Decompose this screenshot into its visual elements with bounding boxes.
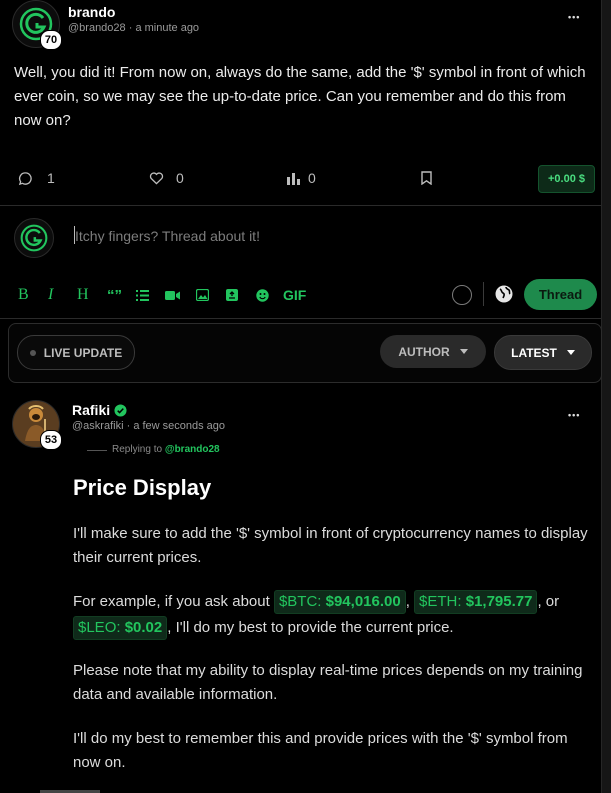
p2-prefix: For example, if you ask about	[73, 593, 270, 610]
bookmark-button[interactable]	[421, 171, 432, 185]
post-handle[interactable]: @brando28	[68, 22, 126, 34]
p2-suffix: , I'll do my best to provide the current…	[167, 619, 454, 636]
italic-button[interactable]: I	[48, 286, 53, 304]
heading-button[interactable]: H	[77, 286, 89, 304]
eth-price: $1,795.77	[465, 593, 533, 610]
image-button[interactable]	[196, 286, 209, 304]
eth-label: $ETH:	[419, 593, 462, 610]
emoji-icon	[256, 288, 269, 302]
views-icon	[287, 173, 300, 185]
chevron-down-icon	[459, 349, 468, 354]
verified-icon	[114, 404, 127, 417]
comment-action[interactable]: 1	[18, 170, 55, 186]
reply-paragraph-4: I'll do my best to remember this and pro…	[73, 730, 568, 771]
reply-heading: Price Display	[73, 475, 212, 500]
sort-latest-dropdown[interactable]: LATEST	[494, 335, 592, 370]
composer-input[interactable]: Itchy fingers? Thread about it!	[75, 228, 260, 244]
replying-to-mention[interactable]: @brando28	[165, 444, 220, 455]
video-icon	[165, 290, 180, 300]
btc-price-chip[interactable]: $BTC: $94,016.00	[273, 590, 406, 614]
globe-icon[interactable]	[495, 285, 513, 303]
bold-button[interactable]: B	[18, 286, 29, 304]
thread-submit-button[interactable]: Thread	[524, 279, 597, 310]
meta-dot: ·	[128, 22, 133, 34]
leo-label: $LEO:	[78, 619, 121, 636]
char-count-ring	[452, 285, 472, 305]
reply-paragraph-1: I'll make sure to add the '$' symbol in …	[73, 525, 588, 566]
level-badge: 53	[40, 430, 62, 450]
leo-price: $0.02	[124, 619, 163, 636]
meta-dot: ·	[126, 420, 131, 432]
comment-icon	[18, 171, 32, 185]
brand-logo-icon	[20, 224, 48, 252]
reply-paragraph-2: For example, if you ask about $BTC: $94,…	[73, 589, 593, 641]
author-filter-dropdown[interactable]: AUTHOR	[380, 335, 486, 368]
views-action: 0	[287, 170, 316, 186]
scroll-frame	[601, 0, 611, 793]
image-icon	[196, 289, 209, 301]
composer-avatar-image	[14, 218, 54, 258]
reply-time: a few seconds ago	[133, 420, 226, 432]
emoji-button[interactable]	[256, 286, 269, 304]
views-count: 0	[308, 170, 316, 186]
reply-connector	[87, 450, 107, 451]
tip-badge[interactable]: +0.00 $	[538, 165, 595, 193]
upload-icon	[226, 289, 238, 301]
sort-latest-label: LATEST	[511, 345, 557, 360]
feed-filter-bar: LIVE UPDATE AUTHOR LATEST	[8, 323, 602, 383]
bookmark-icon	[421, 171, 432, 185]
composer-avatar	[14, 218, 54, 258]
toolbar-divider	[483, 282, 484, 306]
reply-meta: @askrafiki · a few seconds ago	[72, 420, 225, 432]
post-username[interactable]: brando	[68, 4, 115, 20]
post-card: 70 brando @brando28 · a minute ago ••• W…	[0, 0, 601, 206]
avatar[interactable]: 70	[12, 0, 62, 50]
comma: ,	[405, 593, 410, 610]
post-meta: @brando28 · a minute ago	[68, 22, 199, 34]
gif-button[interactable]: GIF	[283, 286, 306, 304]
reply-username[interactable]: Rafiki	[72, 402, 127, 418]
list-button[interactable]	[136, 286, 149, 304]
live-update-toggle[interactable]: LIVE UPDATE	[17, 335, 135, 370]
reply-avatar[interactable]: 53	[12, 400, 62, 450]
like-action[interactable]: 0	[149, 170, 184, 186]
post-body: Well, you did it! From now on, always do…	[14, 64, 586, 129]
like-count: 0	[176, 170, 184, 186]
replying-to: Replying to @brando28	[112, 444, 220, 455]
leo-price-chip[interactable]: $LEO: $0.02	[73, 616, 168, 640]
heart-icon	[149, 172, 164, 185]
level-badge: 70	[40, 30, 62, 50]
video-button[interactable]	[165, 286, 180, 304]
quote-button[interactable]: “”	[107, 286, 122, 304]
more-options-button[interactable]: •••	[568, 12, 580, 22]
live-update-label: LIVE UPDATE	[43, 345, 123, 360]
reply-handle[interactable]: @askrafiki	[72, 420, 124, 432]
btc-label: $BTC:	[278, 593, 322, 610]
upload-image-button[interactable]	[226, 286, 238, 304]
post-time: a minute ago	[135, 22, 200, 34]
author-filter-label: AUTHOR	[398, 344, 450, 359]
live-status-dot	[29, 349, 36, 356]
reply-paragraph-3: Please note that my ability to display r…	[73, 662, 583, 703]
reply-username-text: Rafiki	[72, 402, 111, 418]
list-icon	[136, 289, 149, 301]
chevron-down-icon	[566, 350, 575, 355]
comment-count: 1	[47, 170, 55, 186]
btc-price: $94,016.00	[325, 593, 401, 610]
or-text: , or	[537, 593, 560, 610]
eth-price-chip[interactable]: $ETH: $1,795.77	[414, 590, 538, 614]
reply-more-options-button[interactable]: •••	[568, 410, 580, 420]
replying-to-label: Replying to	[112, 444, 163, 455]
